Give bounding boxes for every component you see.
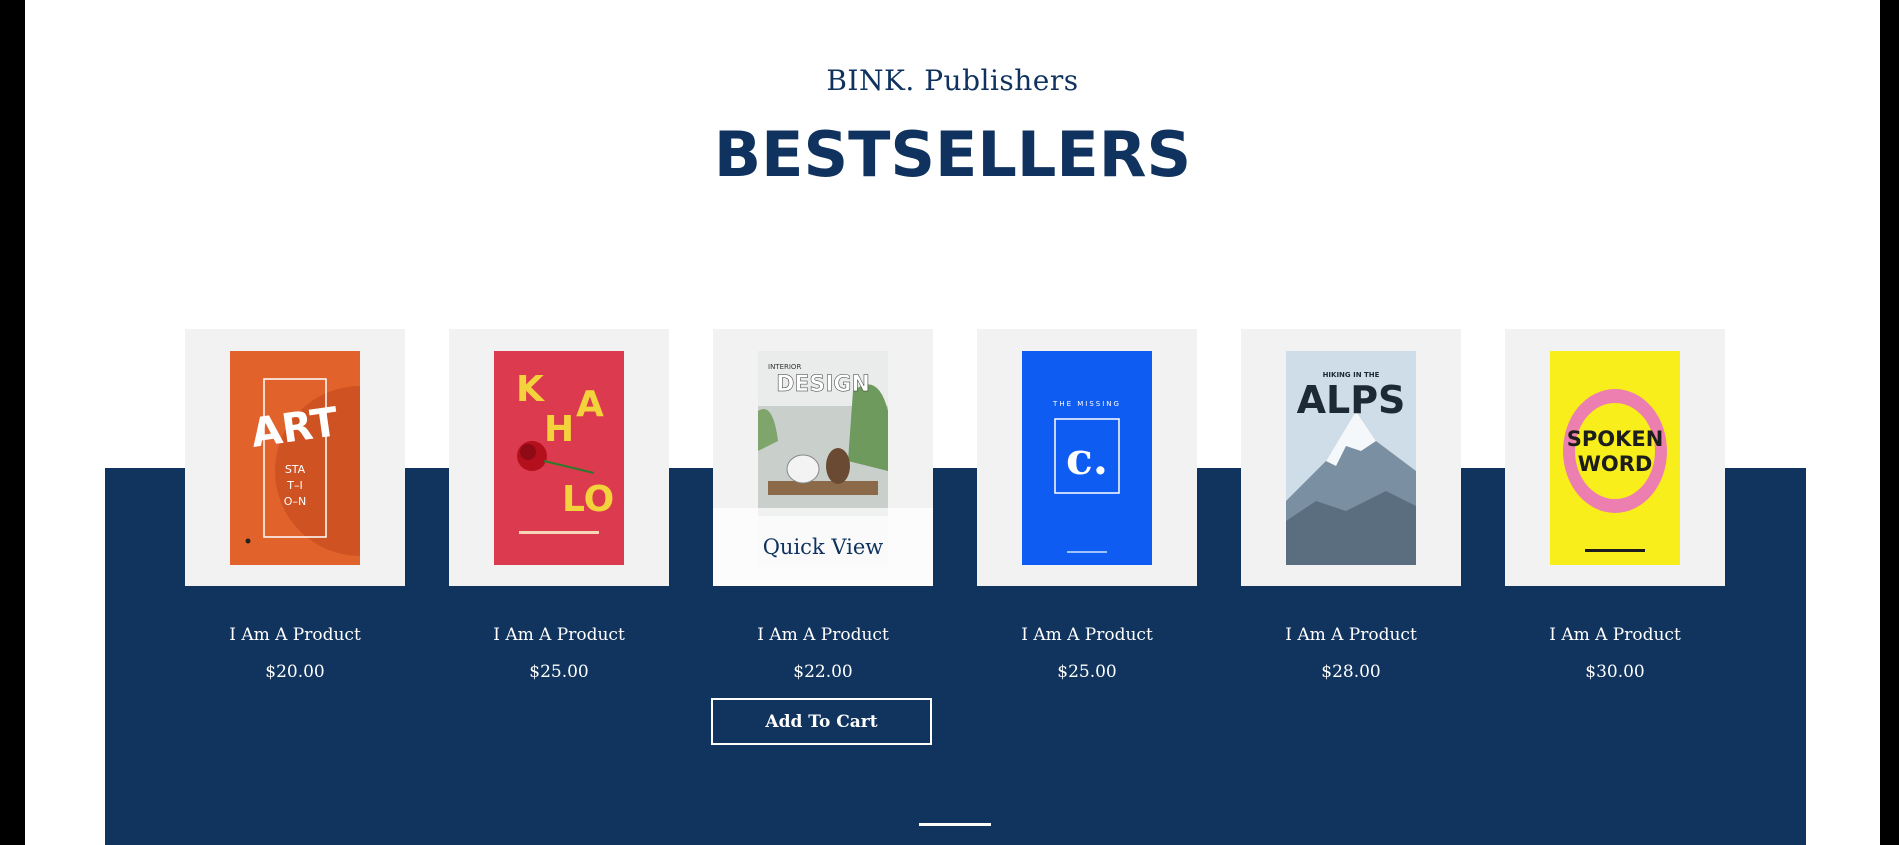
product-card[interactable]: THE MISSING c. I Am A Product $25.00: [977, 329, 1197, 682]
product-price: $25.00: [1057, 662, 1117, 682]
cover-subtitle: INTERIOR: [768, 363, 801, 371]
svg-text:H: H: [544, 409, 574, 450]
quick-view-button[interactable]: Quick View: [713, 508, 933, 586]
product-image[interactable]: INTERIOR DESIGN Quick View: [713, 329, 933, 586]
svg-text:K: K: [516, 369, 545, 410]
book-cover-missing: THE MISSING c.: [1022, 351, 1152, 565]
product-image[interactable]: ART STA T–I O–N: [185, 329, 405, 586]
cover-subtitle: THE MISSING: [1052, 400, 1121, 408]
product-card[interactable]: SPOKEN WORD I Am A Product $30.00: [1505, 329, 1725, 682]
product-image[interactable]: K H A LO: [449, 329, 669, 586]
book-cover-spoken-word: SPOKEN WORD: [1550, 351, 1680, 565]
product-price: $28.00: [1321, 662, 1381, 682]
product-image[interactable]: THE MISSING c.: [977, 329, 1197, 586]
product-card[interactable]: ART STA T–I O–N I Am A Product $20.00: [185, 329, 405, 682]
svg-text:O–N: O–N: [284, 495, 306, 508]
book-cover-alps: HIKING IN THE ALPS: [1286, 351, 1416, 565]
cover-title: ALPS: [1297, 378, 1406, 422]
product-card[interactable]: HIKING IN THE ALPS I Am A Product $28.00: [1241, 329, 1461, 682]
product-image[interactable]: SPOKEN WORD: [1505, 329, 1725, 586]
add-to-cart-button[interactable]: Add To Cart: [711, 698, 932, 745]
svg-text:A: A: [576, 384, 604, 425]
svg-text:WORD: WORD: [1578, 452, 1653, 476]
product-name[interactable]: I Am A Product: [449, 625, 669, 645]
svg-text:T–I: T–I: [286, 479, 302, 492]
product-card[interactable]: K H A LO I Am A Product $25.00: [449, 329, 669, 682]
svg-text:SPOKEN: SPOKEN: [1567, 427, 1664, 451]
product-card[interactable]: INTERIOR DESIGN Quick View I Am A Produc…: [711, 329, 933, 745]
product-price: $22.00: [793, 662, 853, 682]
product-name[interactable]: I Am A Product: [1505, 625, 1725, 645]
page: BINK. Publishers BESTSELLERS ART STA T–I…: [25, 0, 1880, 845]
book-cover-khalo: K H A LO: [494, 351, 624, 565]
section-title: BESTSELLERS: [713, 118, 1192, 191]
cover-title: c.: [1066, 434, 1108, 485]
book-cover-art: ART STA T–I O–N: [230, 351, 360, 565]
product-image[interactable]: HIKING IN THE ALPS: [1241, 329, 1461, 586]
svg-text:STA: STA: [285, 463, 306, 476]
product-price: $25.00: [529, 662, 589, 682]
section-divider: [919, 823, 991, 826]
brand-name: BINK. Publishers: [826, 64, 1079, 97]
product-price: $20.00: [265, 662, 325, 682]
svg-text:LO: LO: [562, 479, 614, 520]
product-name[interactable]: I Am A Product: [1241, 625, 1461, 645]
product-price: $30.00: [1585, 662, 1645, 682]
product-name[interactable]: I Am A Product: [977, 625, 1197, 645]
cover-title: DESIGN: [776, 372, 870, 397]
product-name[interactable]: I Am A Product: [185, 625, 405, 645]
product-name[interactable]: I Am A Product: [713, 625, 933, 645]
